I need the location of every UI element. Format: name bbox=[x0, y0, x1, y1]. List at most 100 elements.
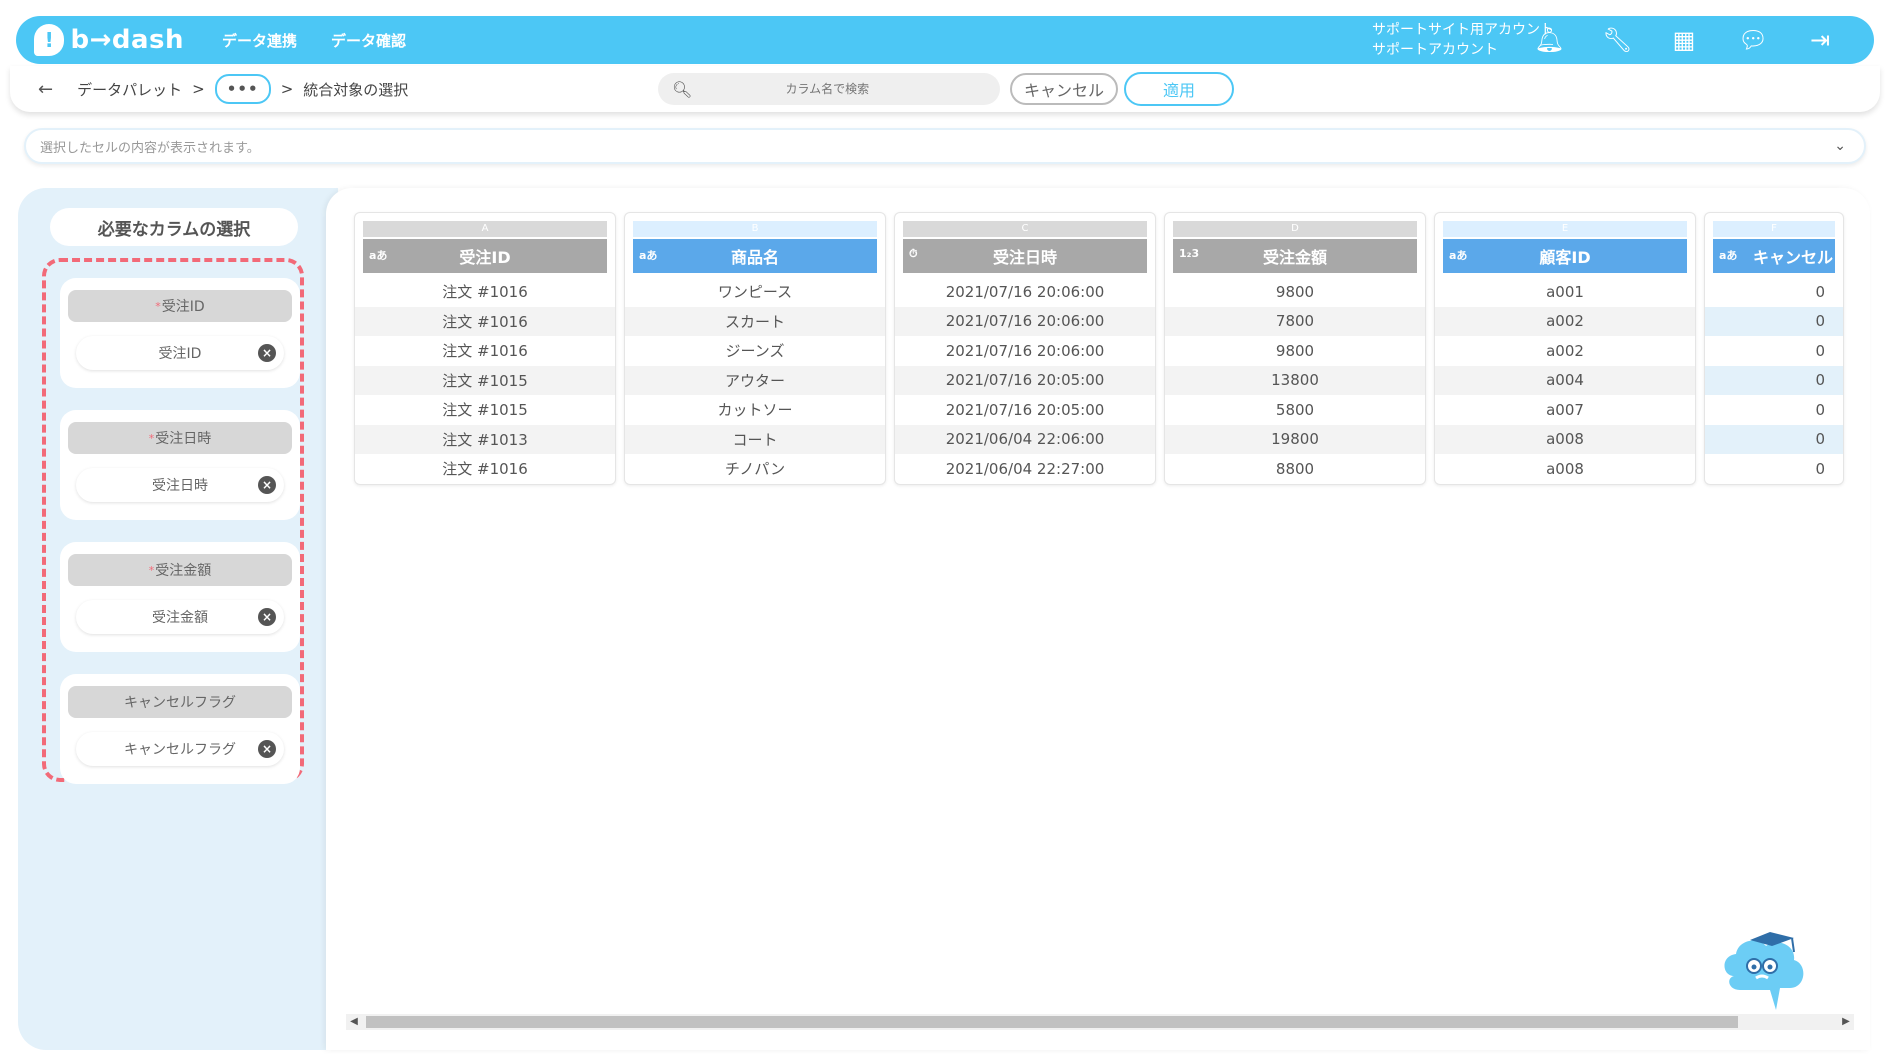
table-cell[interactable]: 0 bbox=[1705, 277, 1843, 307]
breadcrumb-item-data-palette[interactable]: データパレット bbox=[77, 79, 182, 100]
apply-button[interactable]: 適用 bbox=[1124, 72, 1234, 106]
table-cell[interactable]: チノパン bbox=[625, 454, 885, 484]
table-cell[interactable]: 注文 #1016 bbox=[355, 454, 615, 484]
cell-content-text: 選択したセルの内容が表示されます。 bbox=[40, 140, 260, 156]
table-cell[interactable]: 2021/07/16 20:05:00 bbox=[895, 395, 1155, 425]
column-header[interactable]: 1₂3 受注金額 bbox=[1173, 239, 1417, 273]
column-header-label: 商品名 bbox=[730, 248, 779, 267]
scroll-right-icon[interactable]: ▶ bbox=[1838, 1014, 1854, 1030]
selected-column-chip[interactable]: キャンセルフラグ × bbox=[76, 732, 284, 766]
table-cell[interactable]: 0 bbox=[1705, 424, 1843, 454]
table-column[interactable]: C ⏱ 受注日時 2021/07/16 20:06:00 2021/07/16 20:0… bbox=[894, 212, 1156, 485]
table-cell[interactable]: 8800 bbox=[1165, 454, 1425, 484]
table-cell[interactable]: a007 bbox=[1435, 395, 1695, 425]
table-cell[interactable]: a008 bbox=[1435, 454, 1695, 484]
table-cell[interactable]: 2021/07/16 20:06:00 bbox=[895, 336, 1155, 366]
horizontal-scrollbar[interactable]: ◀ ▶ bbox=[346, 1014, 1854, 1030]
account-info[interactable]: サポートサイト用アカウント サポートアカウント bbox=[1372, 20, 1554, 60]
mascot-icon[interactable] bbox=[1714, 926, 1810, 1022]
table-column[interactable]: Faあ キャンセル 0 0 0 0 0 0 0 bbox=[1704, 212, 1844, 485]
table-cell[interactable]: 2021/06/04 22:27:00 bbox=[895, 454, 1155, 484]
nav-item-data-check[interactable]: データ確認 bbox=[331, 30, 406, 51]
table-cell[interactable]: a004 bbox=[1435, 365, 1695, 395]
column-type-icon: aあ bbox=[1719, 249, 1738, 262]
breadcrumb-current: 統合対象の選択 bbox=[303, 80, 409, 99]
cancel-button[interactable]: キャンセル bbox=[1010, 73, 1118, 105]
table-cell[interactable]: 注文 #1016 bbox=[355, 306, 615, 336]
table-cell[interactable]: 19800 bbox=[1165, 424, 1425, 454]
table-cell[interactable]: コート bbox=[625, 424, 885, 454]
table-cell[interactable]: 注文 #1013 bbox=[355, 424, 615, 454]
table-cell[interactable]: 13800 bbox=[1165, 365, 1425, 395]
table-column[interactable]: Eaあ 顧客ID a001 a002 a002 a004 a007 a008 a008 bbox=[1434, 212, 1696, 485]
chat-bubble-icon[interactable]: 💬︎ bbox=[1738, 26, 1768, 54]
table-cell[interactable]: 2021/07/16 20:05:00 bbox=[895, 365, 1155, 395]
table-cell[interactable]: 0 bbox=[1705, 336, 1843, 366]
table-cell[interactable]: 注文 #1016 bbox=[355, 277, 615, 307]
column-header-label: 受注ID bbox=[459, 248, 511, 267]
table-cell[interactable]: 0 bbox=[1705, 454, 1843, 484]
table-cell[interactable]: ジーンズ bbox=[625, 336, 885, 366]
grid-apps-icon[interactable]: ▦ bbox=[1670, 26, 1698, 54]
table-cell[interactable]: a008 bbox=[1435, 424, 1695, 454]
column-selection-title: 必要なカラムの選択 bbox=[50, 208, 298, 246]
close-icon[interactable]: × bbox=[258, 476, 276, 494]
column-header[interactable]: aあ キャンセル bbox=[1713, 239, 1835, 273]
table-cell[interactable]: 2021/06/04 22:06:00 bbox=[895, 424, 1155, 454]
table-column[interactable]: Aaあ 受注ID 注文 #1016 注文 #1016 注文 #1016 注文 #1015 注… bbox=[354, 212, 616, 485]
column-group-label: キャンセルフラグ bbox=[68, 686, 292, 718]
required-mark: * bbox=[155, 299, 161, 313]
column-header[interactable]: aあ 顧客ID bbox=[1443, 239, 1687, 273]
column-group-order-id: * 受注ID 受注ID × bbox=[60, 278, 300, 388]
table-cell[interactable]: 0 bbox=[1705, 395, 1843, 425]
table-cell[interactable]: 7800 bbox=[1165, 306, 1425, 336]
close-icon[interactable]: × bbox=[258, 608, 276, 626]
column-letter: B bbox=[633, 221, 877, 237]
table-cell[interactable]: アウター bbox=[625, 365, 885, 395]
selected-column-chip[interactable]: 受注日時 × bbox=[76, 468, 284, 502]
column-header[interactable]: ⏱ 受注日時 bbox=[903, 239, 1147, 273]
column-header[interactable]: aあ 商品名 bbox=[633, 239, 877, 273]
column-search-input[interactable] bbox=[692, 82, 963, 96]
table-cell[interactable]: a002 bbox=[1435, 336, 1695, 366]
wrench-icon[interactable]: 🔧︎ bbox=[1602, 26, 1632, 54]
table-cell[interactable]: a001 bbox=[1435, 277, 1695, 307]
back-arrow-icon[interactable]: ← bbox=[38, 79, 53, 100]
column-group-label: * 受注ID bbox=[68, 290, 292, 322]
column-header[interactable]: aあ 受注ID bbox=[363, 239, 607, 273]
column-group-order-amount: * 受注金額 受注金額 × bbox=[60, 542, 300, 652]
table-cell[interactable]: a002 bbox=[1435, 306, 1695, 336]
table-cell[interactable]: 2021/07/16 20:06:00 bbox=[895, 277, 1155, 307]
table-cell[interactable]: 0 bbox=[1705, 365, 1843, 395]
breadcrumb-more-button[interactable]: ••• bbox=[214, 74, 271, 104]
table-cell[interactable]: 9800 bbox=[1165, 336, 1425, 366]
top-header: ! b→dash データ連携 データ確認 サポートサイト用アカウント サポートア… bbox=[16, 16, 1874, 64]
table-column[interactable]: Baあ 商品名ワンピース スカート ジーンズ アウター カットソー コート チノパン bbox=[624, 212, 886, 485]
scrollbar-thumb[interactable] bbox=[366, 1016, 1738, 1028]
table-cell[interactable]: 9800 bbox=[1165, 277, 1425, 307]
column-group-label: * 受注金額 bbox=[68, 554, 292, 586]
selected-column-chip[interactable]: 受注ID × bbox=[76, 336, 284, 370]
table-cell[interactable]: 注文 #1015 bbox=[355, 365, 615, 395]
table-cell[interactable]: 0 bbox=[1705, 306, 1843, 336]
cell-content-bar[interactable]: 選択したセルの内容が表示されます。 ⌄ bbox=[24, 128, 1866, 164]
table-cell[interactable]: 2021/07/16 20:06:00 bbox=[895, 306, 1155, 336]
close-icon[interactable]: × bbox=[258, 344, 276, 362]
table-cell[interactable]: ワンピース bbox=[625, 277, 885, 307]
table-cell[interactable]: カットソー bbox=[625, 395, 885, 425]
column-type-icon: aあ bbox=[1449, 249, 1468, 262]
close-icon[interactable]: × bbox=[258, 740, 276, 758]
logout-icon[interactable]: ⇥ bbox=[1806, 26, 1834, 54]
selected-column-chip[interactable]: 受注金額 × bbox=[76, 600, 284, 634]
table-cell[interactable]: 注文 #1016 bbox=[355, 336, 615, 366]
scroll-left-icon[interactable]: ◀ bbox=[346, 1014, 362, 1030]
bell-icon[interactable]: 🔔︎ bbox=[1534, 26, 1564, 54]
column-type-icon: aあ bbox=[369, 249, 388, 262]
table-cell[interactable]: 5800 bbox=[1165, 395, 1425, 425]
chevron-down-icon[interactable]: ⌄ bbox=[1834, 138, 1846, 154]
logo[interactable]: ! b→dash bbox=[34, 24, 184, 56]
table-column[interactable]: D 1₂3 受注金額 9800 7800 9800 13800 5800 19800 8800 bbox=[1164, 212, 1426, 485]
table-cell[interactable]: 注文 #1015 bbox=[355, 395, 615, 425]
table-cell[interactable]: スカート bbox=[625, 306, 885, 336]
nav-item-data-integration[interactable]: データ連携 bbox=[222, 30, 297, 51]
